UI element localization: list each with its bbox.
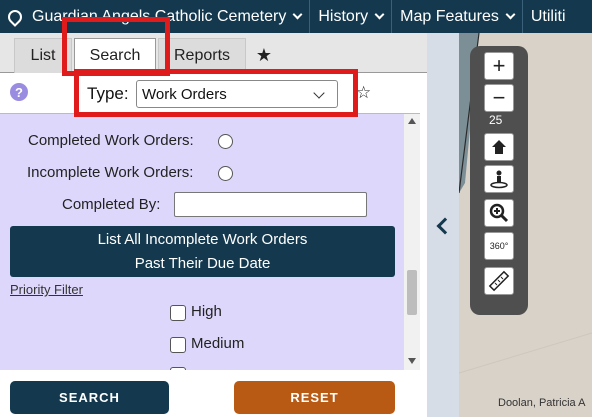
utilities-label: Utiliti xyxy=(530,7,566,25)
incomplete-radio[interactable] xyxy=(218,166,233,181)
chevron-down-icon xyxy=(374,9,385,20)
form-scrollbar[interactable] xyxy=(404,114,420,370)
chevron-down-icon xyxy=(505,9,516,20)
measure-button[interactable] xyxy=(484,267,514,295)
list-button-line1: List All Incomplete Work Orders xyxy=(97,231,308,248)
map-features-menu[interactable]: Map Features xyxy=(392,0,522,33)
person-locate-icon xyxy=(490,170,508,189)
reset-button[interactable]: RESET xyxy=(234,381,395,414)
rotate-360-button[interactable]: 360° xyxy=(484,232,514,260)
completed-label: Completed Work Orders: xyxy=(28,132,194,149)
zoom-out-button[interactable]: − xyxy=(484,84,514,112)
priority-medium-checkbox[interactable] xyxy=(170,337,186,353)
priority-filter-link[interactable]: Priority Filter xyxy=(10,282,83,297)
zoom-level: 25 xyxy=(489,113,503,127)
priority-high-label: High xyxy=(191,303,222,320)
ruler-icon xyxy=(488,270,510,292)
utilities-menu[interactable]: Utiliti xyxy=(523,0,574,33)
priority-high-checkbox[interactable] xyxy=(170,305,186,321)
home-icon xyxy=(492,140,506,154)
map-features-label: Map Features xyxy=(400,7,499,25)
list-button-line2: Past Their Due Date xyxy=(134,255,271,272)
zoom-to-button[interactable] xyxy=(484,199,514,227)
scroll-down-arrow-icon[interactable] xyxy=(408,358,416,364)
chevron-left-icon xyxy=(436,217,454,235)
home-button[interactable] xyxy=(484,133,514,161)
priority-medium-label: Medium xyxy=(191,335,245,352)
tab-reports[interactable]: Reports xyxy=(158,38,246,73)
tab-favorites-star-icon[interactable]: ★ xyxy=(252,38,276,73)
highlight-type-select xyxy=(74,69,358,117)
scroll-up-arrow-icon[interactable] xyxy=(408,118,416,124)
completed-by-label: Completed By: xyxy=(62,196,161,213)
history-label: History xyxy=(318,7,369,25)
incomplete-label: Incomplete Work Orders: xyxy=(27,164,194,181)
completed-by-input[interactable] xyxy=(174,192,367,217)
action-bar: SEARCH RESET xyxy=(0,370,427,417)
map-attribution: Doolan, Patricia A xyxy=(498,397,586,409)
zoom-in-button[interactable]: + xyxy=(484,52,514,80)
search-form: Completed Work Orders: Incomplete Work O… xyxy=(0,114,404,370)
magnifier-plus-icon xyxy=(489,203,509,223)
search-button[interactable]: SEARCH xyxy=(10,381,169,414)
highlight-search-tab xyxy=(62,17,170,76)
completed-radio[interactable] xyxy=(218,134,233,149)
scrollbar-thumb[interactable] xyxy=(407,270,417,315)
panel-collapse-toggle[interactable] xyxy=(427,33,459,417)
history-menu[interactable]: History xyxy=(310,0,391,33)
map-toolbar: + − 25 360° xyxy=(470,46,528,315)
list-incomplete-overdue-button[interactable]: List All Incomplete Work Orders Past The… xyxy=(10,226,395,277)
location-pin-icon xyxy=(5,6,25,27)
help-icon[interactable]: ? xyxy=(10,83,28,101)
locate-button[interactable] xyxy=(484,165,514,193)
map-view[interactable]: + − 25 360° xyxy=(459,33,592,417)
chevron-down-icon xyxy=(292,9,303,20)
rotate-360-icon: 360° xyxy=(489,241,509,251)
favorite-star-icon[interactable]: ☆ xyxy=(356,83,371,103)
